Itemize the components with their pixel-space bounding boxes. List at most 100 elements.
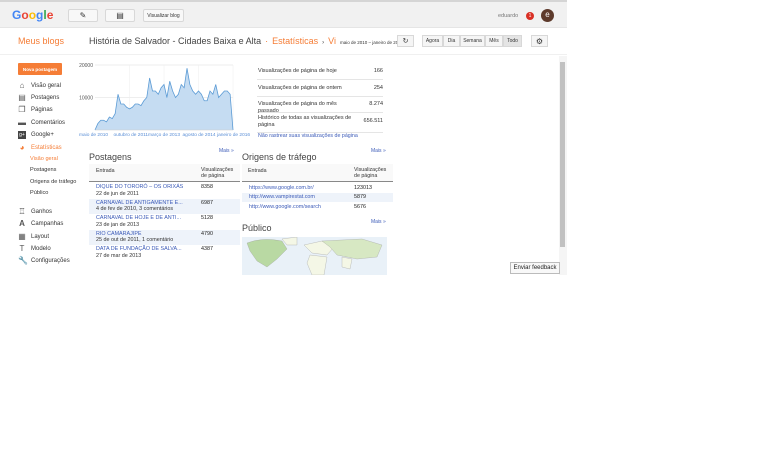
scrollbar-thumb[interactable] bbox=[560, 62, 565, 247]
x-tick-label: outubro de 2011 bbox=[114, 132, 149, 138]
stat-value: 8.274 bbox=[369, 101, 383, 107]
stat-value: 656.511 bbox=[363, 118, 383, 124]
post-meta: 22 de jun de 2011 bbox=[96, 190, 139, 197]
separator: · bbox=[265, 36, 269, 46]
table-row: http://www.vampirestat.com 5879 bbox=[242, 192, 393, 203]
sidebar-item-template[interactable]: T Modelo bbox=[18, 245, 51, 253]
scrollbar[interactable] bbox=[559, 56, 567, 275]
breadcrumb-arrow: › bbox=[322, 40, 325, 46]
range-all[interactable]: Todo bbox=[503, 35, 522, 47]
audience-more-link[interactable]: Mais » bbox=[371, 219, 386, 225]
sidebar-item-posts[interactable]: ▤ Postagens bbox=[18, 94, 59, 102]
no-track-link[interactable]: Não rastrear suas visualizações de págin… bbox=[258, 133, 358, 139]
x-tick-label: agosto de 2014 bbox=[183, 132, 216, 138]
post-link[interactable]: CARNAVAL DE HOJE E DE ANTI... bbox=[96, 215, 181, 221]
traffic-views: 5676 bbox=[354, 203, 366, 210]
stat-label: Histórico de todas as visualizações de p… bbox=[258, 115, 352, 128]
table-row: CARNAVAL DE ANTIGAMENTE E... 4 de fev de … bbox=[89, 198, 240, 214]
post-views: 8358 bbox=[201, 184, 213, 190]
sidebar-item-label: Ganhos bbox=[31, 209, 53, 215]
campaign-icon: A bbox=[19, 219, 25, 228]
posts-list-button[interactable]: ▤ bbox=[105, 9, 135, 22]
sidebar-item-overview[interactable]: ⌂ Visão geral bbox=[18, 82, 61, 90]
sidebar-sub-traffic[interactable]: Origens de tráfego bbox=[30, 179, 76, 185]
avatar[interactable]: e bbox=[541, 9, 554, 22]
google-plus-icon: g+ bbox=[18, 131, 26, 139]
stat-label: Visualizações de página de hoje bbox=[258, 68, 337, 74]
table-row: http://www.google.com/search 5676 bbox=[242, 202, 393, 212]
posts-col-entry: Entrada bbox=[96, 168, 115, 174]
sidebar-item-pages[interactable]: ❐ Páginas bbox=[18, 106, 53, 114]
refresh-button[interactable]: ↻ bbox=[397, 35, 414, 47]
stat-value: 254 bbox=[373, 85, 383, 91]
posts-more-link[interactable]: Mais » bbox=[219, 148, 234, 154]
traffic-views: 5879 bbox=[354, 194, 366, 201]
post-link[interactable]: DIQUE DO TORORÓ – OS ORIXÁS bbox=[96, 184, 183, 190]
traffic-more-link[interactable]: Mais » bbox=[371, 148, 386, 154]
sidebar-item-settings[interactable]: 🔧 Configurações bbox=[18, 257, 70, 265]
stat-row: Visualizações de página de ontem 254 bbox=[257, 81, 383, 97]
range-now[interactable]: Agora bbox=[422, 35, 443, 47]
post-views: 5128 bbox=[201, 215, 213, 222]
post-link[interactable]: RIO CAMARAJIPE bbox=[96, 231, 142, 237]
sidebar-item-earnings[interactable]: ♖ Ganhos bbox=[18, 208, 52, 216]
sidebar-item-label: Modelo bbox=[31, 246, 51, 252]
table-row: DATA DE FUNDAÇÃO DE SALVA... 27 de mar de… bbox=[89, 245, 240, 260]
range-day[interactable]: Dia bbox=[443, 35, 460, 47]
sidebar-item-google-plus[interactable]: g+ Google+ bbox=[18, 131, 54, 139]
username[interactable]: eduardo bbox=[498, 13, 518, 19]
sidebar-item-label: Comentários bbox=[31, 120, 66, 126]
post-link[interactable]: DATA DE FUNDAÇÃO DE SALVA... bbox=[96, 246, 182, 252]
google-logo[interactable]: Google bbox=[12, 8, 53, 22]
traffic-source-link[interactable]: https://www.google.com.br/ bbox=[249, 185, 314, 191]
y-tick-label: 10000 bbox=[79, 96, 93, 102]
sidebar-item-comments[interactable]: ▬ Comentários bbox=[18, 119, 65, 127]
notification-badge[interactable]: 1 bbox=[526, 12, 534, 20]
feedback-button[interactable]: Enviar feedback bbox=[510, 262, 560, 274]
new-post-button[interactable]: Nova postagem bbox=[18, 63, 62, 75]
settings-button[interactable]: ⚙ bbox=[531, 35, 548, 47]
traffic-source-link[interactable]: http://www.vampirestat.com bbox=[249, 194, 315, 200]
traffic-title: Origens de tráfego bbox=[242, 152, 317, 162]
table-row: CARNAVAL DE HOJE E DE ANTI... 23 de jan d… bbox=[89, 214, 240, 229]
post-views: 4387 bbox=[201, 246, 213, 253]
traffic-col-entry: Entrada bbox=[248, 168, 267, 174]
range-month[interactable]: Mês bbox=[485, 35, 503, 47]
x-tick-label: março de 2013 bbox=[148, 132, 180, 138]
comment-icon: ▬ bbox=[18, 118, 26, 127]
table-row: DIQUE DO TORORÓ – OS ORIXÁS 22 de jun de … bbox=[89, 183, 240, 198]
template-icon: T bbox=[19, 244, 25, 253]
sidebar-sub-audience[interactable]: Público bbox=[30, 190, 48, 196]
sidebar-item-layout[interactable]: ▦ Layout bbox=[18, 233, 49, 241]
traffic-source-link[interactable]: http://www.google.com/search bbox=[249, 204, 321, 210]
pencil-icon: ✎ bbox=[79, 11, 87, 20]
sidebar-item-label: Postagens bbox=[31, 95, 60, 101]
pageviews-chart: 20000 10000 maio de 2010 outubro de 2011 mar… bbox=[79, 63, 250, 138]
sidebar-item-label: Páginas bbox=[31, 107, 53, 113]
copy-icon: ▤ bbox=[116, 11, 124, 20]
world-map[interactable] bbox=[242, 237, 387, 275]
table-row: RIO CAMARAJIPE 25 de out de 2011, 1 comen… bbox=[89, 229, 240, 245]
range-week[interactable]: Semana bbox=[460, 35, 485, 47]
blogger-page: Google ✎ ▤ Visualizar blog eduardo 1 e M… bbox=[0, 0, 567, 275]
trophy-icon: ♖ bbox=[18, 207, 26, 216]
edit-post-button[interactable]: ✎ bbox=[68, 9, 98, 22]
wrench-icon: 🔧 bbox=[18, 256, 28, 265]
blog-title[interactable]: História de Salvador - Cidades Baixa e A… bbox=[89, 36, 261, 46]
layout-icon: ▦ bbox=[18, 232, 26, 241]
sidebar-item-campaigns[interactable]: A Campanhas bbox=[18, 220, 63, 228]
my-blogs-link[interactable]: Meus blogs bbox=[18, 36, 64, 46]
sidebar-item-label: Visão geral bbox=[31, 83, 61, 89]
view-blog-button[interactable]: Visualizar blog bbox=[143, 9, 184, 22]
section-title[interactable]: Estatísticas bbox=[272, 36, 318, 46]
posts-title: Postagens bbox=[89, 152, 132, 162]
sub-section: Vi bbox=[328, 36, 336, 46]
sidebar-item-stats[interactable]: ◕ Estatísticas bbox=[18, 144, 62, 152]
refresh-icon: ↻ bbox=[402, 38, 409, 45]
traffic-views: 123013 bbox=[354, 184, 372, 191]
sidebar-sub-posts[interactable]: Postagens bbox=[30, 167, 56, 173]
post-link[interactable]: CARNAVAL DE ANTIGAMENTE E... bbox=[96, 200, 183, 206]
sidebar-sub-overview[interactable]: Visão geral bbox=[30, 156, 58, 162]
top-bar: Google ✎ ▤ Visualizar blog eduardo 1 e bbox=[0, 0, 567, 28]
stat-label: Visualizações de página de ontem bbox=[258, 85, 342, 91]
